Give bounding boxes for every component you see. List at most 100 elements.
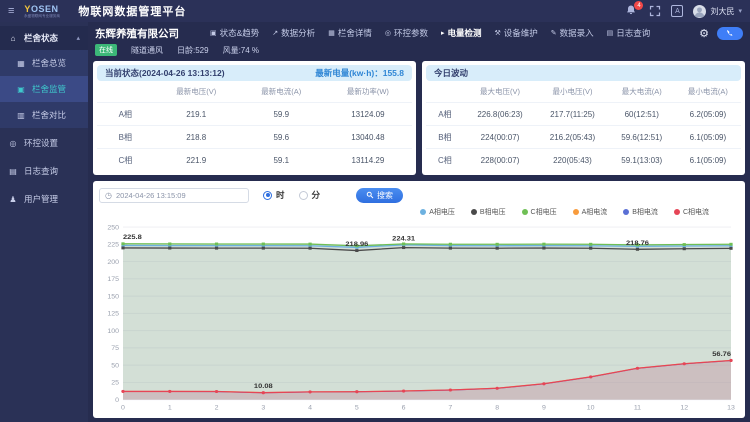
svg-text:225.8: 225.8: [123, 234, 142, 242]
meta-item: 隧道通风: [131, 45, 163, 55]
svg-text:150: 150: [107, 294, 119, 301]
legend-item-A相电压[interactable]: A相电压: [420, 207, 455, 217]
sidebar-item-用户管理[interactable]: ♟ 用户管理: [0, 186, 88, 212]
tab-icon: ◎: [384, 30, 391, 37]
tab-数据分析[interactable]: ↗ 数据分析: [272, 27, 315, 39]
col-header: [97, 81, 154, 103]
table-row: A相 219.1 59.9 13124.09: [97, 102, 412, 126]
avatar: [693, 4, 707, 18]
col-header: 最大电流(A): [621, 87, 662, 96]
环控设置-icon: ◎: [9, 138, 17, 148]
table-row: B相 218.8 59.6 13040.48: [97, 125, 412, 149]
svg-text:25: 25: [111, 380, 119, 387]
grid-icon: ▥: [17, 110, 25, 120]
today-fluctuation-panel: 今日波动 最大电压(V) 最小电压(V) 最大电流(A) 最小电流(A) A相 226.8…: [422, 61, 745, 175]
sidebar-item-环控设置[interactable]: ◎ 环控设置: [0, 130, 88, 156]
datetime-value: 2024-04-26 13:15:09: [115, 190, 186, 200]
today-fluctuation-title: 今日波动: [434, 68, 469, 78]
svg-text:0: 0: [121, 405, 125, 412]
tab-状态&趋势[interactable]: ▣ 状态&趋势: [210, 27, 259, 39]
app-root: ≡ YOSEN 永盛物联网专业服务商 物联网数据管理平台 4 A 刘大民 ▾ ⌂…: [0, 0, 750, 422]
notification-badge: 4: [634, 1, 644, 10]
phone-action-button[interactable]: [717, 26, 743, 40]
svg-text:5: 5: [355, 405, 359, 412]
radio-minute[interactable]: 分: [298, 189, 320, 201]
user-menu[interactable]: 刘大民 ▾: [693, 4, 742, 18]
tab-icon: ▣: [210, 30, 217, 37]
svg-text:4: 4: [308, 405, 312, 412]
svg-text:6: 6: [402, 405, 406, 412]
collapse-menu-icon[interactable]: ≡: [8, 5, 14, 17]
meta-item: 日龄:529: [177, 45, 209, 55]
tab-icon: ✎: [550, 30, 557, 37]
svg-text:250: 250: [107, 225, 119, 232]
svg-text:75: 75: [111, 345, 119, 352]
svg-text:50: 50: [111, 363, 119, 370]
svg-text:11: 11: [634, 405, 642, 412]
sidebar-group-pen-status[interactable]: ⌂ 栏舍状态 ▴: [0, 26, 88, 50]
svg-text:200: 200: [107, 259, 119, 266]
legend-item-A相电流[interactable]: A相电流: [572, 207, 607, 217]
legend-dot: [623, 209, 630, 215]
tab-栏舍详情[interactable]: ▦ 栏舍详情: [328, 27, 372, 39]
col-header: 最新电压(V): [176, 87, 217, 96]
col-header: 最新电流(A): [261, 87, 302, 96]
home-icon: ⌂: [10, 33, 16, 43]
svg-text:9: 9: [542, 405, 546, 412]
col-header: 最小电流(A): [687, 87, 728, 96]
gear-icon[interactable]: ⚙: [699, 27, 709, 40]
radio-dot: [263, 190, 272, 200]
sidebar: ⌂ 栏舍状态 ▴ ▦ 栏舍总览 ▣ 栏舍监管 ▥ 栏舍对比 ◎ 环控设置 ▤ 日志查询 ♟ 用户管理: [0, 22, 88, 422]
line-chart: 02550751001251501752002252500 1 2 3 4 5 6 7 8 9 10…: [107, 225, 735, 412]
logo-text: YOSEN: [24, 3, 59, 14]
legend-dot: [673, 209, 680, 215]
tab-设备维护[interactable]: ⚒ 设备维护: [494, 27, 537, 39]
table-row: C相 221.9 59.1 13114.29: [97, 148, 412, 171]
tab-icon: ⚒: [494, 30, 501, 37]
user-name: 刘大民: [710, 6, 735, 16]
language-icon[interactable]: A: [671, 5, 684, 17]
radio-hour[interactable]: 时: [263, 189, 285, 201]
用户管理-icon: ♟: [9, 194, 17, 204]
svg-text:3: 3: [261, 405, 265, 412]
tab-电量检测[interactable]: ▸ 电量检测: [441, 27, 482, 39]
tab-环控参数[interactable]: ◎ 环控参数: [385, 27, 428, 39]
meta-row: 在线 隧道通风 日龄:529 风量:74 %: [93, 43, 745, 57]
legend-item-B相电流[interactable]: B相电流: [623, 207, 658, 217]
col-header: 最大电压(V): [480, 87, 521, 96]
notification-bell-icon[interactable]: 4: [625, 1, 644, 18]
tab-日志查询[interactable]: ▤ 日志查询: [607, 27, 651, 39]
tab-icon: ▸: [440, 30, 445, 37]
tabs: ▣ 状态&趋势 ↗ 数据分析 ▦ 栏舍详情 ◎ 环控参数 ▸ 电量检测 ⚒ 设备维护 ✎ 数据录入 ▤ 日志查…: [210, 27, 650, 39]
sidebar-item-日志查询[interactable]: ▤ 日志查询: [0, 158, 88, 184]
svg-text:218.76: 218.76: [626, 239, 649, 247]
clock-icon: ◷: [105, 190, 112, 200]
legend-item-C相电流[interactable]: C相电流: [673, 207, 709, 217]
logo-tagline: 永盛物联网专业服务商: [24, 12, 61, 18]
brand-logo: YOSEN 永盛物联网专业服务商: [24, 3, 64, 18]
current-status-panel: 当前状态(2024-04-26 13:13:12) 最新电量(kw·h)：155…: [93, 61, 416, 175]
table-row: A相 226.8(06:23) 217.7(11:25) 60(12:51) 6.2(0…: [426, 102, 741, 126]
chart-panel: ◷ 2024-04-26 13:15:09 时 分 搜索 A相电压 B相电压 C…: [93, 181, 745, 418]
datetime-input[interactable]: ◷ 2024-04-26 13:15:09: [99, 187, 249, 203]
svg-text:1: 1: [168, 405, 172, 412]
svg-text:224.31: 224.31: [392, 235, 415, 243]
fullscreen-icon[interactable]: [649, 5, 661, 17]
chart-area: 0 25 50 75 100 125 150 175 200 225 250 0 1 2 3 4 5 6 7 8 9 10…: [99, 218, 739, 416]
svg-text:8: 8: [495, 405, 499, 412]
sidebar-items: ◎ 环控设置 ▤ 日志查询 ♟ 用户管理: [0, 130, 88, 212]
sidebar-item-栏舍监管[interactable]: ▣ 栏舍监管: [0, 76, 88, 102]
grid-icon: ▦: [17, 58, 25, 68]
search-button[interactable]: 搜索: [356, 187, 404, 203]
company-title: 东辉养殖有限公司: [95, 27, 179, 40]
legend-item-B相电压[interactable]: B相电压: [470, 207, 506, 217]
tab-数据录入[interactable]: ✎ 数据录入: [551, 27, 594, 39]
col-header: 最新功率(W): [346, 87, 389, 96]
latest-energy-value: 最新电量(kw·h)：155.8: [315, 68, 404, 78]
legend-dot: [572, 209, 579, 215]
sidebar-item-栏舍总览[interactable]: ▦ 栏舍总览: [0, 50, 88, 76]
legend-item-C相电压[interactable]: C相电压: [521, 207, 557, 217]
tab-icon: ▦: [328, 30, 335, 37]
sidebar-item-栏舍对比[interactable]: ▥ 栏舍对比: [0, 102, 88, 128]
chart-legend: A相电压 B相电压 C相电压 A相电流 B相电流 C相电流: [99, 204, 739, 218]
